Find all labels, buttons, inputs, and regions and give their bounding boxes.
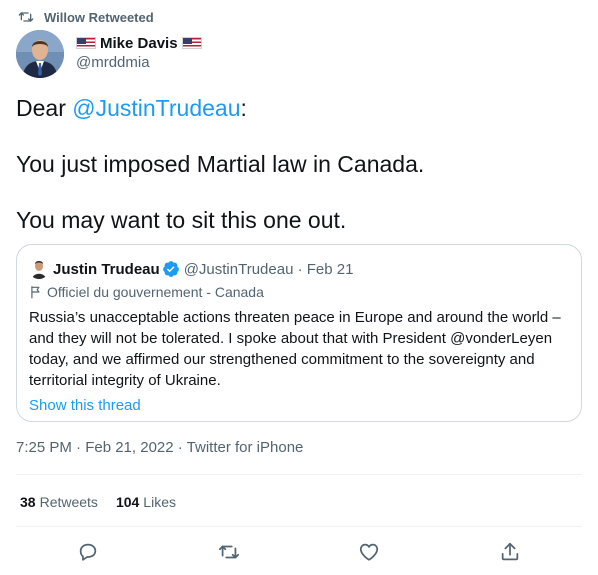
like-button[interactable] bbox=[355, 538, 383, 566]
government-flag-icon bbox=[31, 286, 40, 299]
retweets-label: Retweets bbox=[39, 494, 98, 510]
quoted-author-meta[interactable]: @JustinTrudeau · Feb 21 bbox=[184, 261, 354, 278]
show-thread-link[interactable]: Show this thread bbox=[29, 397, 569, 414]
quoted-tweet-text: Russia’s unacceptable actions threaten p… bbox=[29, 309, 561, 389]
retweet-button[interactable] bbox=[215, 538, 243, 566]
tweet-text-suffix: : bbox=[240, 95, 247, 121]
quoted-author-avatar[interactable] bbox=[29, 259, 49, 279]
action-bar bbox=[16, 538, 582, 566]
share-icon bbox=[501, 542, 519, 561]
retweet-label: Willow Retweeted bbox=[44, 9, 154, 25]
government-label: Officiel du gouvernement - Canada bbox=[29, 283, 569, 301]
quoted-author-name[interactable]: Justin Trudeau bbox=[53, 261, 160, 278]
us-flag-icon bbox=[181, 37, 202, 49]
likes-count: 104 bbox=[115, 494, 140, 510]
engagement-stats: 38 Retweets 104 Likes bbox=[20, 494, 194, 510]
author-avatar[interactable] bbox=[16, 30, 64, 78]
retweets-stat[interactable]: 38 Retweets bbox=[20, 494, 98, 510]
government-label-text: Officiel du gouvernement - Canada bbox=[47, 284, 264, 300]
quoted-tweet[interactable]: Justin Trudeau @JustinTrudeau · Feb 21 O… bbox=[16, 244, 582, 422]
divider bbox=[16, 474, 582, 475]
retweet-context[interactable]: Willow Retweeted bbox=[16, 8, 154, 26]
share-button[interactable] bbox=[496, 538, 524, 566]
likes-stat[interactable]: 104 Likes bbox=[116, 494, 176, 510]
retweet-icon bbox=[218, 545, 240, 559]
like-icon bbox=[359, 543, 379, 561]
tweet-line-2: You just imposed Martial law in Canada. bbox=[16, 151, 425, 177]
reply-button[interactable] bbox=[74, 538, 102, 566]
author-name[interactable]: Mike Davis bbox=[100, 35, 178, 52]
tweet-text: Dear @JustinTrudeau: You just imposed Ma… bbox=[16, 94, 576, 262]
us-flag-icon bbox=[76, 37, 96, 49]
verified-badge-icon bbox=[162, 261, 179, 277]
retweets-count: 38 bbox=[20, 494, 36, 510]
mention-link[interactable]: @JustinTrudeau bbox=[72, 95, 240, 121]
author-handle[interactable]: @mrddmia bbox=[76, 54, 206, 71]
tweet-line-3: You may want to sit this one out. bbox=[16, 207, 347, 233]
tweet-text-prefix: Dear bbox=[16, 95, 73, 121]
divider bbox=[16, 526, 582, 527]
retweet-icon bbox=[18, 12, 34, 22]
tweet-timestamp[interactable]: 7:25 PM · Feb 21, 2022 · Twitter for iPh… bbox=[16, 439, 303, 456]
likes-label: Likes bbox=[143, 494, 176, 510]
reply-icon bbox=[79, 543, 97, 561]
